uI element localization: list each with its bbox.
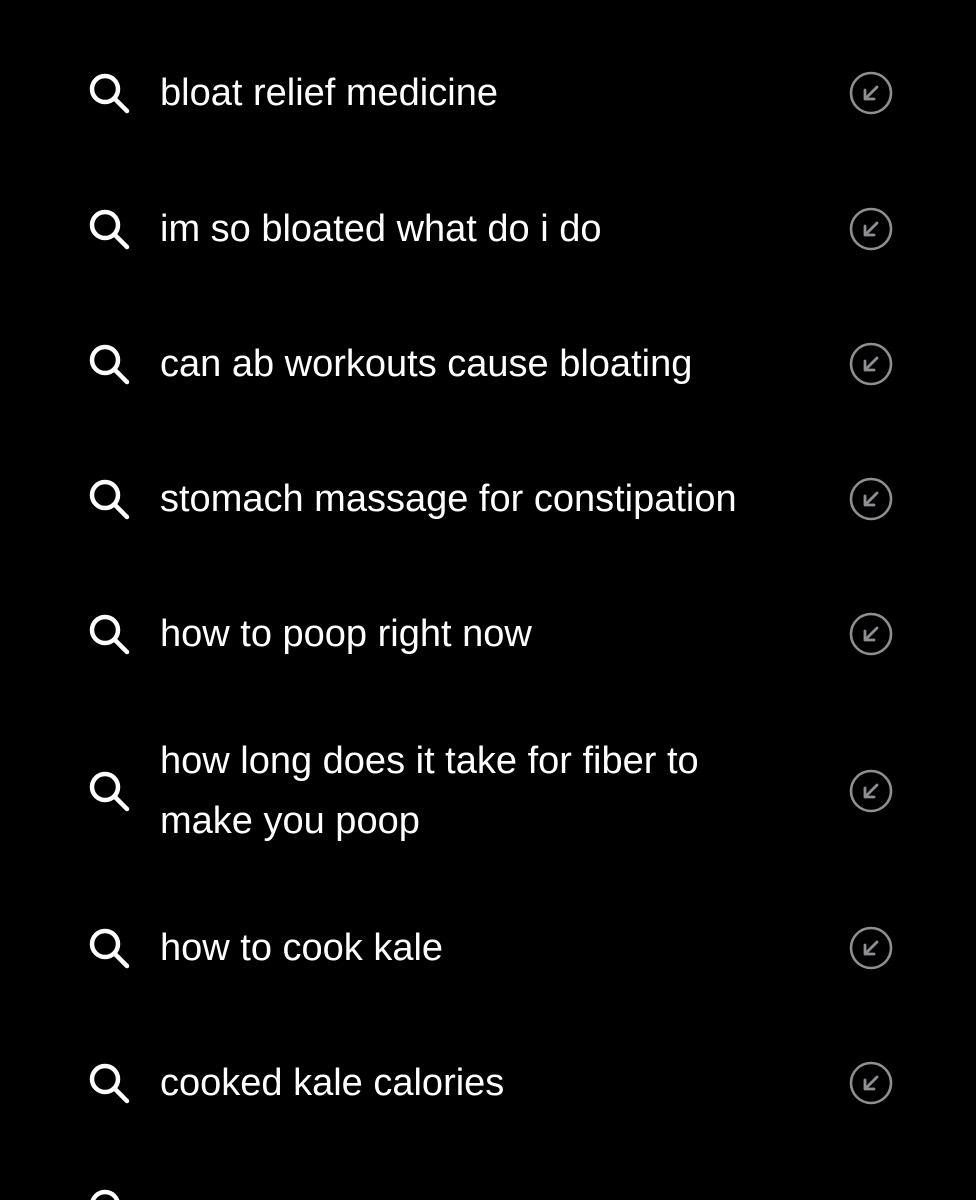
search-icon xyxy=(89,1063,130,1104)
arrow-up-left-circle-icon[interactable] xyxy=(848,476,894,522)
search-icon xyxy=(89,928,130,969)
search-icon xyxy=(90,1189,120,1200)
suggestion-row[interactable]: how to cook kale xyxy=(0,917,976,979)
suggestion-label: bloat relief medicine xyxy=(160,72,498,114)
suggestion-label: can ab workouts cause bloating xyxy=(160,343,693,385)
arrow-up-left-circle-icon[interactable] xyxy=(848,1060,894,1106)
suggestion-label: how to poop right now xyxy=(160,613,532,655)
search-suggestions-list: bloat relief medicine im so bloated what… xyxy=(0,0,976,1200)
arrow-up-left-circle-icon[interactable] xyxy=(848,611,894,657)
suggestion-row[interactable]: stomach massage for constipation xyxy=(0,468,976,530)
arrow-up-left-circle-icon[interactable] xyxy=(848,925,894,971)
arrow-up-left-circle-icon[interactable] xyxy=(848,341,894,387)
suggestion-row[interactable]: how to poop right now xyxy=(0,603,976,665)
arrow-up-left-circle-icon[interactable] xyxy=(848,70,894,116)
arrow-up-left-circle-icon[interactable] xyxy=(848,206,894,252)
arrow-up-left-circle-icon[interactable] xyxy=(848,768,894,814)
search-icon xyxy=(89,614,130,655)
suggestion-label: stomach massage for constipation xyxy=(160,478,737,520)
suggestion-label: im so bloated what do i do xyxy=(160,208,602,250)
suggestion-label: cooked kale calories xyxy=(160,1062,505,1104)
search-icon xyxy=(89,479,130,520)
suggestion-label: how to cook kale xyxy=(160,927,444,969)
suggestion-row[interactable]: im so bloated what do i do xyxy=(0,198,976,260)
suggestion-row[interactable]: bloat relief medicine xyxy=(0,62,976,124)
suggestion-row[interactable]: can ab workouts cause bloating xyxy=(0,333,976,395)
search-icon xyxy=(89,771,130,812)
search-icon xyxy=(89,73,130,114)
suggestion-label: how long does it take for fiber to make … xyxy=(160,740,699,842)
search-icon xyxy=(89,344,130,385)
search-icon xyxy=(89,209,130,250)
suggestion-row[interactable]: how long does it take for fiber to make … xyxy=(0,730,976,852)
suggestion-row[interactable]: cooked kale calories xyxy=(0,1052,976,1114)
